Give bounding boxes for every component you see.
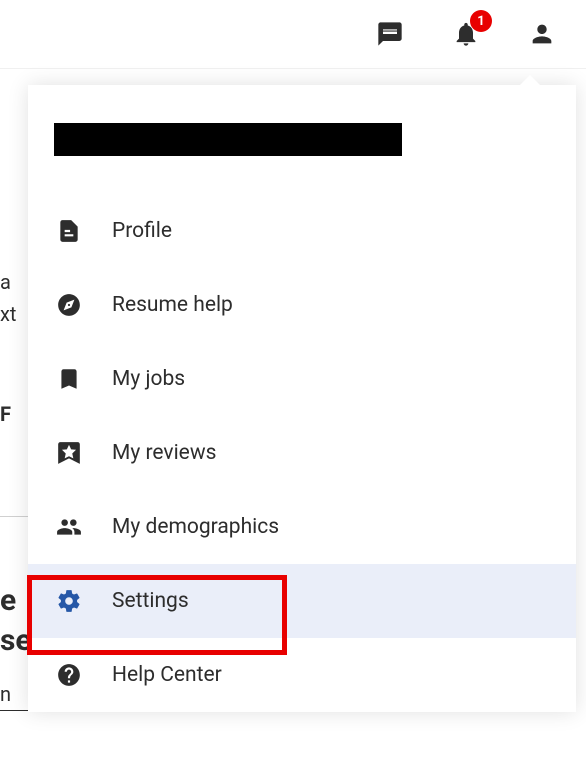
- menu-label: My jobs: [112, 367, 548, 391]
- menu-item-profile[interactable]: Profile: [28, 194, 576, 268]
- menu-item-resume-help[interactable]: Resume help: [28, 268, 576, 342]
- bg-text-fragment: xt: [0, 300, 16, 328]
- gear-icon: [56, 588, 82, 614]
- star-badge-icon: [56, 440, 82, 466]
- menu-label: Help Center: [112, 663, 548, 687]
- bg-text-fragment: a: [0, 268, 11, 296]
- people-icon: [56, 514, 82, 540]
- menu-item-my-reviews[interactable]: My reviews: [28, 416, 576, 490]
- notification-badge: 1: [470, 10, 492, 32]
- document-icon: [56, 218, 82, 244]
- menu-item-my-demographics[interactable]: My demographics: [28, 490, 576, 564]
- menu-label: Profile: [112, 219, 548, 243]
- bg-text-fragment: se: [0, 620, 32, 662]
- menu-label: Resume help: [112, 293, 548, 317]
- notifications-icon[interactable]: 1: [452, 20, 480, 48]
- avatar-icon[interactable]: [528, 20, 556, 48]
- menu-item-settings[interactable]: Settings: [28, 564, 576, 638]
- menu-item-my-jobs[interactable]: My jobs: [28, 342, 576, 416]
- menu-label: Settings: [112, 589, 548, 613]
- header-bar: 1: [0, 0, 586, 69]
- menu-label: My demographics: [112, 515, 548, 539]
- bg-underline: [0, 710, 28, 711]
- redacted-username: [54, 123, 402, 156]
- bg-divider: [0, 516, 28, 517]
- bg-text-fragment: e: [0, 580, 16, 622]
- user-menu-dropdown: Profile Resume help My jobs My reviews M…: [28, 85, 576, 712]
- menu-item-help-center[interactable]: Help Center: [28, 638, 576, 712]
- compass-icon: [56, 292, 82, 318]
- user-menu-list: Profile Resume help My jobs My reviews M…: [28, 194, 576, 712]
- messages-icon[interactable]: [376, 20, 404, 48]
- help-icon: [56, 662, 82, 688]
- bg-text-fragment: F: [0, 400, 11, 428]
- bg-text-fragment: n: [0, 680, 11, 708]
- bookmark-icon: [56, 366, 82, 392]
- menu-label: My reviews: [112, 441, 548, 465]
